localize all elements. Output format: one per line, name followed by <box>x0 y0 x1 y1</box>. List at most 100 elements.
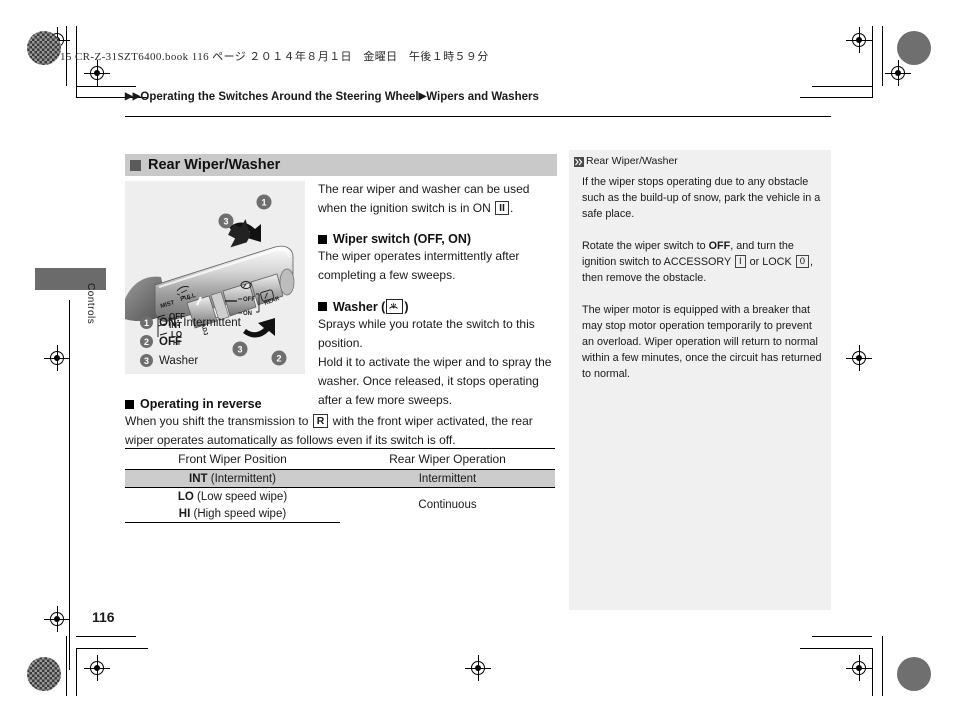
table-header: Front Wiper Position Rear Wiper Operatio… <box>125 448 555 470</box>
registration-mark-lower-inner-left <box>84 655 110 681</box>
registration-mark-bottom-center <box>465 655 491 681</box>
legend-badge-1: 1 <box>140 316 153 329</box>
gear-position-box: R <box>312 414 329 428</box>
breadcrumb-item-operating-switches[interactable]: Operating the Switches Around the Steeri… <box>140 91 418 103</box>
wiper-operation-table: Front Wiper Position Rear Wiper Operatio… <box>125 448 555 523</box>
crop-line-top-left-h <box>76 86 136 87</box>
table-cell-position-int: INT (Intermittent) <box>125 469 340 488</box>
svg-text:3: 3 <box>223 217 228 227</box>
registration-mark-bottom-left <box>44 345 70 371</box>
legend-label-3: Washer <box>159 355 198 367</box>
legend-badge-3: 3 <box>140 354 153 367</box>
table-header-row: Front Wiper Position Rear Wiper Operatio… <box>125 448 555 470</box>
side-notes-panel: Rear Wiper/Washer If the wiper stops ope… <box>569 150 831 610</box>
washer-heading: Washer ( ) <box>318 299 558 314</box>
table-header-rear-wiper-operation: Rear Wiper Operation <box>340 448 555 470</box>
side-notes-heading-label: Rear Wiper/Washer <box>586 155 678 167</box>
crop-line-bottom-right-v2 <box>872 648 873 696</box>
side-notes-heading: Rear Wiper/Washer <box>574 155 678 167</box>
callout-legend: 1 ON: Intermittent 2 OFF 3 Washer <box>140 313 310 370</box>
svg-text:OFF: OFF <box>243 297 255 303</box>
crop-line-bottom-left-v2 <box>76 648 77 696</box>
callout-badge-1: 1 <box>256 194 272 210</box>
table-cell-position-hi-rest: (High speed wipe) <box>190 507 287 520</box>
table-cell-operation-continuous: Continuous <box>418 499 477 512</box>
legend-item-2: 2 OFF <box>140 332 310 351</box>
crop-line-top-right-h2 <box>800 97 872 98</box>
page-number: 116 <box>92 609 115 625</box>
crop-line-bottom-right-h2 <box>800 648 872 649</box>
ignition-position-box: II <box>495 201 509 215</box>
breadcrumb: ▶▶Operating the Switches Around the Stee… <box>125 91 539 103</box>
print-file-info-line: 15 CR-Z-31SZT6400.book 116 ページ ２０１４年８月１日… <box>60 51 489 63</box>
subhead-bullet-icon-2 <box>318 302 327 311</box>
intro-paragraph: The rear wiper and washer can be used wh… <box>318 180 558 218</box>
registration-mark-lower-left <box>44 606 70 632</box>
wiper-switch-paragraph: The wiper operates intermittently after … <box>318 249 520 282</box>
section-heading-label: Rear Wiper/Washer <box>148 157 281 173</box>
side-note-paragraph-3: The wiper motor is equipped with a break… <box>582 304 822 380</box>
lock-position-box: 0 <box>795 255 809 268</box>
side-note-paragraph-2: Rotate the wiper switch to OFF, and turn… <box>582 238 822 286</box>
note2-text-a: Rotate the wiper switch to <box>582 240 709 252</box>
side-note-paragraph-1: If the wiper stops operating due to any … <box>582 176 821 220</box>
breadcrumb-item-wipers-washers[interactable]: Wipers and Washers <box>426 91 539 103</box>
callout-badge-3-top: 3 <box>218 213 234 229</box>
note2-text-c: or LOCK <box>746 256 795 268</box>
crop-line-bottom-right-v <box>882 636 883 696</box>
legend-label-3-rest: Washer <box>159 354 199 367</box>
operating-in-reverse-paragraph: When you shift the transmission to R wit… <box>125 412 557 450</box>
section-heading: Rear Wiper/Washer <box>125 154 557 176</box>
note2-off-bold: OFF <box>708 240 731 252</box>
legend-label-2: OFF <box>159 336 182 348</box>
registration-mark-lower-right <box>846 655 872 681</box>
table-cell-position-lo-bold: LO <box>177 490 194 503</box>
table-header-front-wiper-position: Front Wiper Position <box>125 448 340 470</box>
legend-label-1: ON: Intermittent <box>159 317 241 329</box>
subhead-bullet-icon-3 <box>125 399 134 409</box>
operating-in-reverse-heading-label: Operating in reverse <box>140 397 262 411</box>
table-cell-position-lo: LO (Low speed wipe) <box>125 488 340 506</box>
washer-heading-label-pre: Washer ( <box>333 299 386 314</box>
main-text-column: The rear wiper and washer can be used wh… <box>318 180 558 424</box>
table-cell-position-hi-bold: HI <box>178 507 191 520</box>
wiper-switch-heading: Wiper switch (OFF, ON) <box>318 232 558 246</box>
color-patch-top-left <box>27 31 61 65</box>
registration-mark-top-right <box>846 27 872 53</box>
intro-text-b: . <box>509 201 514 215</box>
color-patch-top-right <box>897 31 931 65</box>
table-row: INT (Intermittent) Intermittent <box>125 469 555 488</box>
legend-label-1-bold: ON: <box>159 316 181 329</box>
legend-item-1: 1 ON: Intermittent <box>140 313 310 332</box>
reverse-text-a: When you shift the transmission to <box>125 414 312 428</box>
crop-line-top-right-v <box>882 26 883 86</box>
table-body: INT (Intermittent) Intermittent LO (Low … <box>125 469 555 523</box>
table-cell-position-hi: HI (High speed wipe) <box>125 505 340 523</box>
crop-line-bottom-left-v <box>66 636 67 696</box>
operating-in-reverse-heading: Operating in reverse <box>125 397 557 411</box>
legend-badge-2: 2 <box>140 335 153 348</box>
legend-item-3: 3 Washer <box>140 351 310 370</box>
table-cell-position-lo-rest: (Low speed wipe) <box>193 490 288 503</box>
washer-heading-label-post: ) <box>404 299 409 314</box>
breadcrumb-arrow-icon: ▶ <box>125 91 133 102</box>
legend-label-2-bold: OFF <box>159 335 182 348</box>
spine-rule <box>69 300 70 670</box>
crop-line-bottom-right-h <box>812 636 872 637</box>
accessory-position-box: I <box>735 255 746 268</box>
subhead-bullet-icon <box>318 234 327 244</box>
side-notes-body: If the wiper stops operating due to any … <box>582 174 822 398</box>
color-patch-bottom-left <box>27 657 61 691</box>
svg-text:1: 1 <box>261 198 266 208</box>
table-row: LO (Low speed wipe) Continuous <box>125 488 555 512</box>
table-cell-position-int-bold: INT <box>189 472 208 485</box>
table-cell-position-int-rest: (Intermittent) <box>207 472 276 485</box>
crop-line-bottom-left-h <box>76 636 136 637</box>
table-cell-operation-intermittent: Intermittent <box>340 469 555 488</box>
crop-line-bottom-left-h2 <box>76 648 148 649</box>
crop-line-top-right-h <box>812 86 872 87</box>
washer-paragraph: Sprays while you rotate the switch to th… <box>318 317 552 407</box>
crop-line-top-right-v2 <box>872 26 873 98</box>
legend-label-1-rest: Intermittent <box>180 316 241 329</box>
wiper-switch-heading-label: Wiper switch (OFF, ON) <box>333 232 472 246</box>
